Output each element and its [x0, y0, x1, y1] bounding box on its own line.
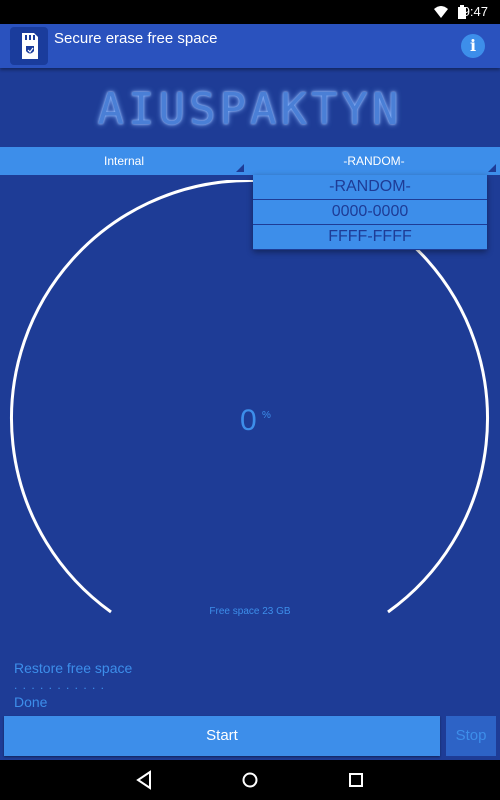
selector-bar: Internal -RANDOM-	[0, 147, 500, 175]
storage-selector[interactable]: Internal	[0, 147, 248, 175]
clock: 9:47	[462, 4, 488, 19]
progress-unit: %	[262, 410, 271, 421]
status-line: Done	[14, 694, 48, 710]
status-bar: 9:47	[0, 0, 500, 24]
dropdown-option[interactable]: -RANDOM-	[253, 175, 487, 199]
dropdown-arrow-icon	[488, 164, 496, 172]
pattern-dropdown: -RANDOM- 0000-0000 FFFF-FFFF	[253, 175, 487, 250]
start-button[interactable]: Start	[4, 716, 440, 756]
stop-button[interactable]: Stop	[446, 716, 496, 756]
dropdown-arrow-icon	[236, 164, 244, 172]
dropdown-option[interactable]: 0000-0000	[253, 200, 487, 224]
storage-selector-label: Internal	[103, 154, 145, 168]
pattern-selector[interactable]: -RANDOM-	[248, 147, 500, 175]
app-logo: AIUSPAKTYN	[97, 84, 403, 135]
free-space-label: Free space 23 GB	[209, 606, 291, 617]
status-log: Restore free space . . . . . . . . . . .…	[14, 660, 132, 711]
progress-value: 0	[240, 404, 257, 437]
info-icon[interactable]: i	[461, 34, 485, 58]
sd-card-shield-icon	[10, 27, 48, 65]
dropdown-option[interactable]: FFFF-FFFF	[253, 225, 487, 249]
wifi-icon	[434, 6, 448, 18]
recents-icon[interactable]	[344, 768, 368, 792]
pattern-selector-label: -RANDOM-	[343, 154, 405, 168]
status-dots: . . . . . . . . . . .	[14, 678, 106, 692]
action-bar: Secure erase free space i	[0, 24, 500, 68]
home-icon[interactable]	[238, 768, 262, 792]
back-icon[interactable]	[132, 768, 156, 792]
page-title: Secure erase free space	[54, 30, 218, 47]
status-line: Restore free space	[14, 660, 133, 676]
info-glyph: i	[469, 36, 477, 55]
navigation-bar	[0, 760, 500, 800]
